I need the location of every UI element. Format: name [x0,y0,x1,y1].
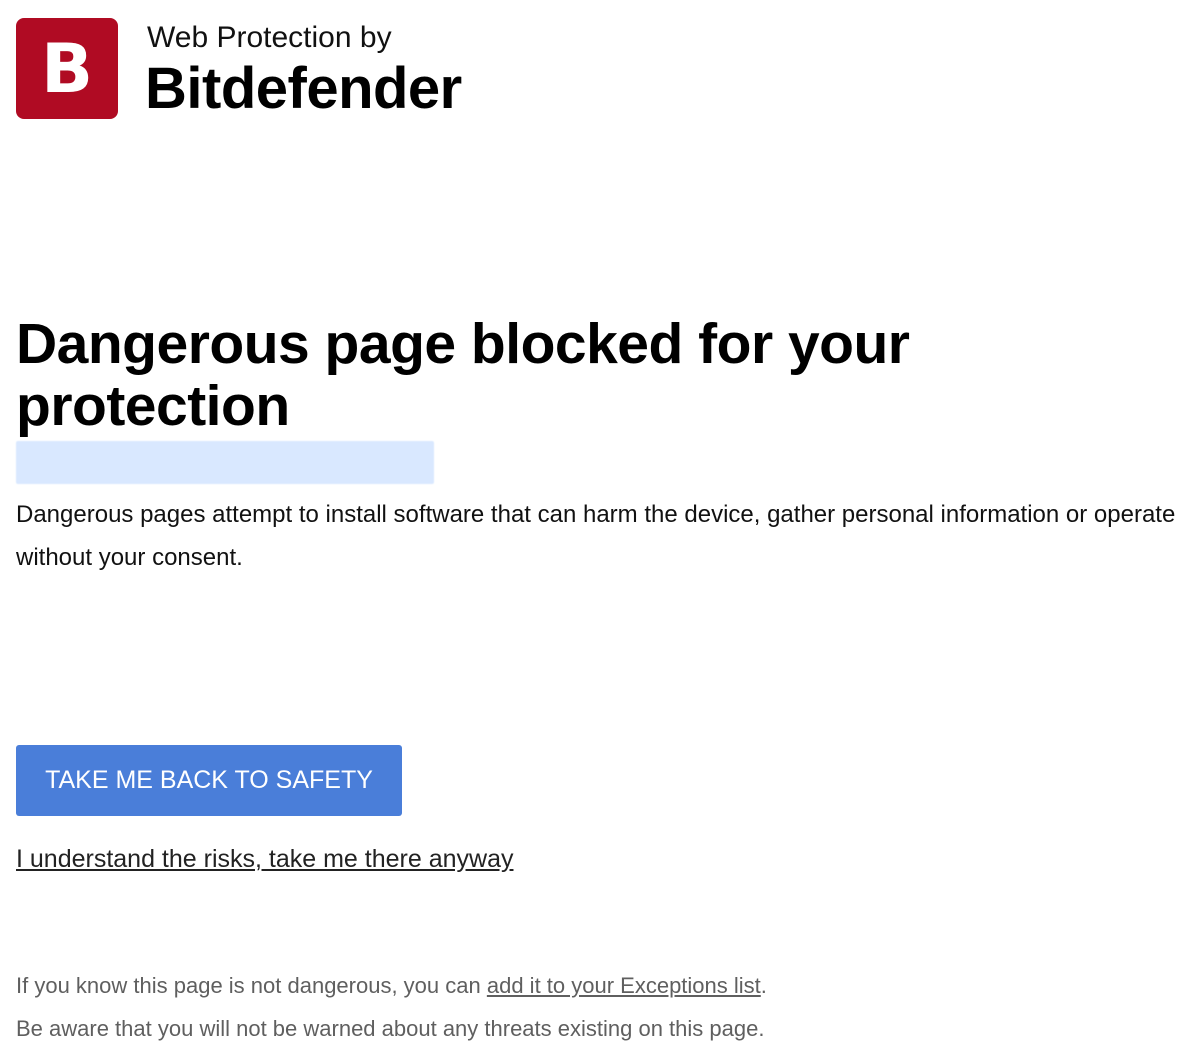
proceed-anyway-link[interactable]: I understand the risks, take me there an… [16,843,513,875]
exceptions-note: If you know this page is not dangerous, … [16,971,767,1001]
exceptions-note-prefix: If you know this page is not dangerous, … [16,973,487,998]
blocked-url [16,441,434,484]
exceptions-note-suffix: . [760,973,767,998]
add-to-exceptions-link[interactable]: add it to your Exceptions list [487,973,761,998]
brand-subtitle: Web Protection by [147,21,392,54]
warning-note: Be aware that you will not be warned abo… [16,1016,765,1041]
brand-name: Bitdefender [145,56,462,121]
bitdefender-logo-icon: B [16,18,118,119]
page-title: Dangerous page blocked for your protecti… [16,312,910,438]
take-me-back-button[interactable]: TAKE ME BACK TO SAFETY [16,745,402,816]
danger-description: Dangerous pages attempt to install softw… [16,501,1176,571]
logo-letter: B [41,29,93,109]
